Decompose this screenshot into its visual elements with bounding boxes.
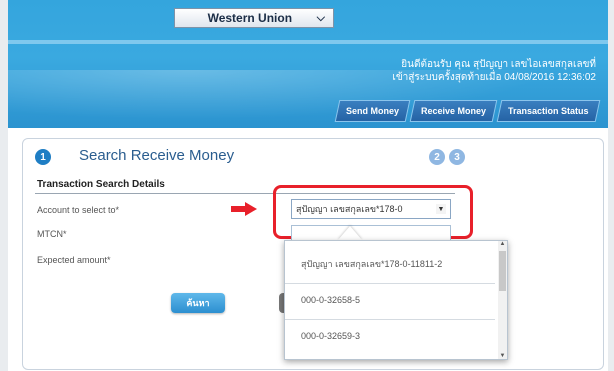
account-dropdown-list: สุปัญญา เลขสกุลเลข*178-0-11811-2 000-0-3… [284, 240, 508, 360]
tab-transaction-status-label: Transaction Status [508, 106, 589, 116]
expected-amount-label: Expected amount* [37, 255, 111, 265]
service-selector-value: Western Union [207, 11, 293, 25]
page-title: Search Receive Money [79, 147, 235, 164]
dropdown-option[interactable]: 000-0-32658-5 [301, 295, 360, 305]
scroll-down-icon[interactable]: ▼ [498, 353, 507, 359]
search-button[interactable]: ค้นหา [171, 293, 225, 313]
welcome-message: ยินดีต้อนรับ คุณ สุปัญญา เลขไอเลขสกุลเลข… [392, 58, 596, 84]
dropdown-pointer [338, 226, 362, 240]
tab-transaction-status[interactable]: Transaction Status [497, 100, 601, 122]
welcome-line-1: ยินดีต้อนรับ คุณ สุปัญญา เลขไอเลขสกุลเลข… [401, 59, 596, 70]
dropdown-option[interactable]: สุปัญญา เลขสกุลเลข*178-0-11811-2 [301, 257, 442, 271]
mtcn-input[interactable] [291, 225, 451, 241]
nav-tabs: Send Money Receive Money Transaction Sta… [335, 100, 601, 122]
dropdown-scrollbar[interactable]: ▲ ▼ [498, 241, 507, 359]
header-divider [8, 40, 608, 44]
step-1-indicator: 1 [35, 149, 51, 165]
dropdown-option[interactable]: 000-0-32659-3 [301, 331, 360, 341]
option-divider [285, 319, 495, 320]
header-banner: Western Union ⌵ ยินดีต้อนรับ คุณ สุปัญญา… [8, 0, 608, 128]
chevron-down-icon: ⌵ [316, 11, 325, 24]
tab-send-money-label: Send Money [346, 106, 400, 116]
option-divider [285, 283, 495, 284]
section-title: Transaction Search Details [37, 179, 165, 190]
service-selector[interactable]: Western Union ⌵ [174, 8, 334, 28]
scroll-up-icon[interactable]: ▲ [498, 241, 507, 247]
tab-send-money[interactable]: Send Money [335, 100, 411, 122]
arrow-right-icon [231, 202, 257, 216]
app-frame: Western Union ⌵ ยินดีต้อนรับ คุณ สุปัญญา… [8, 0, 608, 371]
last-login-line: เข้าสู่ระบบครั้งสุดท้ายเมื่อ 04/08/2016 … [392, 72, 596, 83]
mtcn-label: MTCN* [37, 229, 67, 239]
tab-receive-money-label: Receive Money [421, 106, 487, 116]
tab-receive-money[interactable]: Receive Money [410, 100, 498, 122]
step-3-indicator: 3 [449, 149, 465, 165]
account-label: Account to select to* [37, 205, 120, 215]
scroll-thumb[interactable] [499, 251, 506, 291]
step-2-indicator: 2 [429, 149, 445, 165]
